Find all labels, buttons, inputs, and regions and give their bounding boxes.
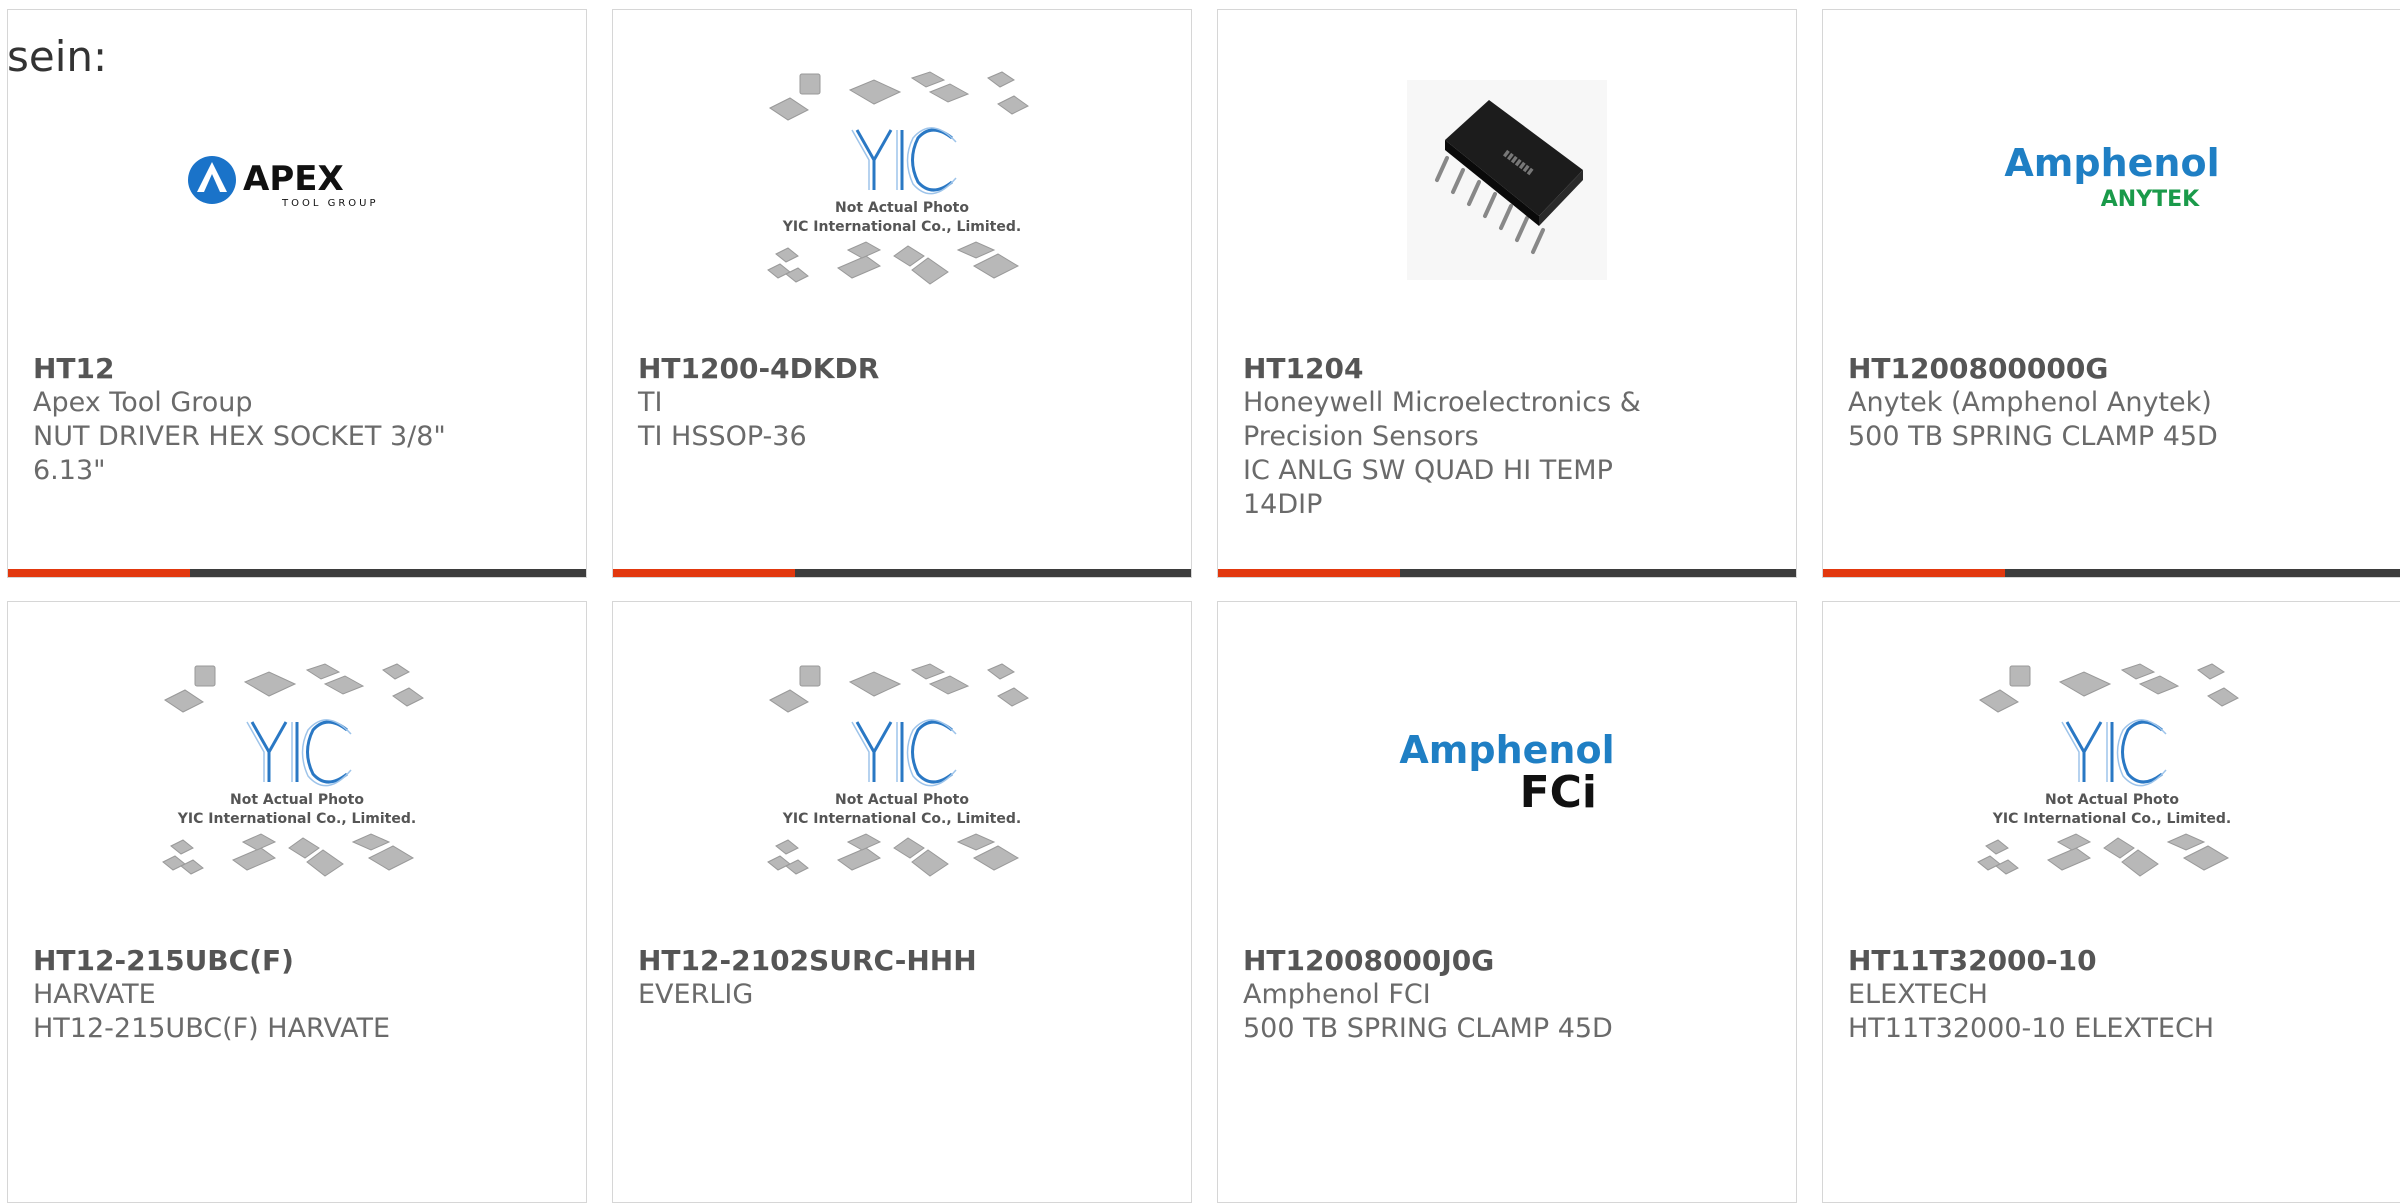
manufacturer: Apex Tool Group [33, 387, 253, 418]
product-info: HT12008000J0G Amphenol FCI 500 TB SPRING… [1243, 944, 1776, 1046]
manufacturer: TI [638, 387, 663, 418]
part-number[interactable]: HT11T32000-10 [1848, 944, 2381, 978]
chip-placeholder-icon: Not Actual Photo YIC International Co., … [767, 71, 1029, 285]
part-number[interactable]: HT12-215UBC(F) [33, 944, 566, 978]
description: HT11T32000-10 ELEXTECH [1848, 1013, 2215, 1044]
fci-logo-text: FCi [1520, 767, 1597, 817]
manufacturer: EVERLIG [638, 979, 754, 1010]
part-number[interactable]: HT1200800000G [1848, 352, 2381, 386]
description: HT12-215UBC(F) HARVATE [33, 1013, 390, 1044]
manufacturer: HARVATE [33, 979, 156, 1010]
part-number[interactable]: HT1204 [1243, 352, 1776, 386]
product-card[interactable]: ▮▮▮▮▮▮▮ HT1204 Honeywell Microelectronic… [1217, 9, 1797, 578]
product-image[interactable]: ▮▮▮▮▮▮▮ [1218, 10, 1796, 350]
description: 500 TB SPRING CLAMP 45D [1848, 421, 2218, 452]
product-card[interactable]: Not Actual Photo YIC International Co., … [1822, 601, 2400, 1203]
card-bottom-bar [1218, 569, 1796, 577]
product-card[interactable]: Amphenol ANYTEK HT1200800000G Anytek (Am… [1822, 9, 2400, 578]
description: IC ANLG SW QUAD HI TEMP 14DIP [1243, 455, 1613, 520]
part-number[interactable]: HT1200-4DKDR [638, 352, 1171, 386]
part-number[interactable]: HT12-2102SURC-HHH [638, 944, 1171, 978]
product-image[interactable]: Not Actual Photo YIC International Co., … [613, 602, 1191, 942]
manufacturer: Honeywell Microelectronics & Precision S… [1243, 387, 1641, 452]
card-bottom-bar [8, 569, 586, 577]
placeholder-line1: Not Actual Photo [835, 792, 969, 808]
product-image[interactable]: Amphenol FCi [1218, 602, 1796, 942]
placeholder-line1: Not Actual Photo [2045, 792, 2179, 808]
product-info: HT1200-4DKDR TI TI HSSOP-36 [638, 352, 1171, 454]
section-heading: sein: [7, 32, 108, 81]
dip-chip-icon: ▮▮▮▮▮▮▮ [1407, 80, 1607, 280]
placeholder-line2: YIC International Co., Limited. [177, 811, 416, 827]
description: NUT DRIVER HEX SOCKET 3/8" 6.13" [33, 421, 446, 486]
product-card[interactable]: Not Actual Photo YIC International Co., … [612, 9, 1192, 578]
product-image[interactable]: Amphenol ANYTEK [1823, 10, 2400, 350]
product-image[interactable]: Not Actual Photo YIC International Co., … [8, 602, 586, 942]
placeholder-line2: YIC International Co., Limited. [782, 219, 1021, 235]
product-card[interactable]: Not Actual Photo YIC International Co., … [612, 601, 1192, 1203]
product-info: HT12-215UBC(F) HARVATE HT12-215UBC(F) HA… [33, 944, 566, 1046]
manufacturer: Amphenol FCI [1243, 979, 1431, 1010]
product-grid: APEX TOOL GROUP HT12 Apex Tool Group NUT… [7, 9, 2400, 1203]
placeholder-line2: YIC International Co., Limited. [782, 811, 1021, 827]
product-info: HT12 Apex Tool Group NUT DRIVER HEX SOCK… [33, 352, 566, 488]
apex-logo-subtext: TOOL GROUP [281, 198, 379, 209]
chip-placeholder-icon: Not Actual Photo YIC International Co., … [1977, 663, 2239, 877]
amphenol-fci-logo-icon: Amphenol FCi [1399, 728, 1614, 817]
placeholder-line1: Not Actual Photo [230, 792, 364, 808]
card-bottom-bar [1823, 569, 2400, 577]
product-info: HT12-2102SURC-HHH EVERLIG [638, 944, 1171, 1012]
manufacturer: Anytek (Amphenol Anytek) [1848, 387, 2212, 418]
description: TI HSSOP-36 [638, 421, 807, 452]
product-card[interactable]: Not Actual Photo YIC International Co., … [7, 601, 587, 1203]
amphenol-logo-text: Amphenol [1399, 728, 1614, 772]
anytek-logo-text: ANYTEK [2101, 187, 2200, 212]
product-info: HT11T32000-10 ELEXTECH HT11T32000-10 ELE… [1848, 944, 2381, 1046]
product-image[interactable]: Not Actual Photo YIC International Co., … [1823, 602, 2400, 942]
description: 500 TB SPRING CLAMP 45D [1243, 1013, 1613, 1044]
manufacturer: ELEXTECH [1848, 979, 1988, 1010]
product-image[interactable]: Not Actual Photo YIC International Co., … [613, 10, 1191, 350]
chip-placeholder-icon: Not Actual Photo YIC International Co., … [767, 663, 1029, 877]
apex-logo-icon: APEX TOOL GROUP [188, 156, 379, 209]
product-card[interactable]: APEX TOOL GROUP HT12 Apex Tool Group NUT… [7, 9, 587, 578]
product-card[interactable]: Amphenol FCi HT12008000J0G Amphenol FCI … [1217, 601, 1797, 1203]
apex-logo-text: APEX [243, 159, 344, 199]
part-number[interactable]: HT12008000J0G [1243, 944, 1776, 978]
product-info: HT1200800000G Anytek (Amphenol Anytek) 5… [1848, 352, 2381, 454]
chip-placeholder-icon: Not Actual Photo YIC International Co., … [162, 663, 424, 877]
card-bottom-bar [613, 569, 1191, 577]
amphenol-logo-text: Amphenol [2004, 141, 2219, 185]
placeholder-line2: YIC International Co., Limited. [1992, 811, 2231, 827]
part-number[interactable]: HT12 [33, 352, 566, 386]
product-info: HT1204 Honeywell Microelectronics & Prec… [1243, 352, 1776, 522]
placeholder-line1: Not Actual Photo [835, 200, 969, 216]
amphenol-anytek-logo-icon: Amphenol ANYTEK [2004, 141, 2219, 212]
